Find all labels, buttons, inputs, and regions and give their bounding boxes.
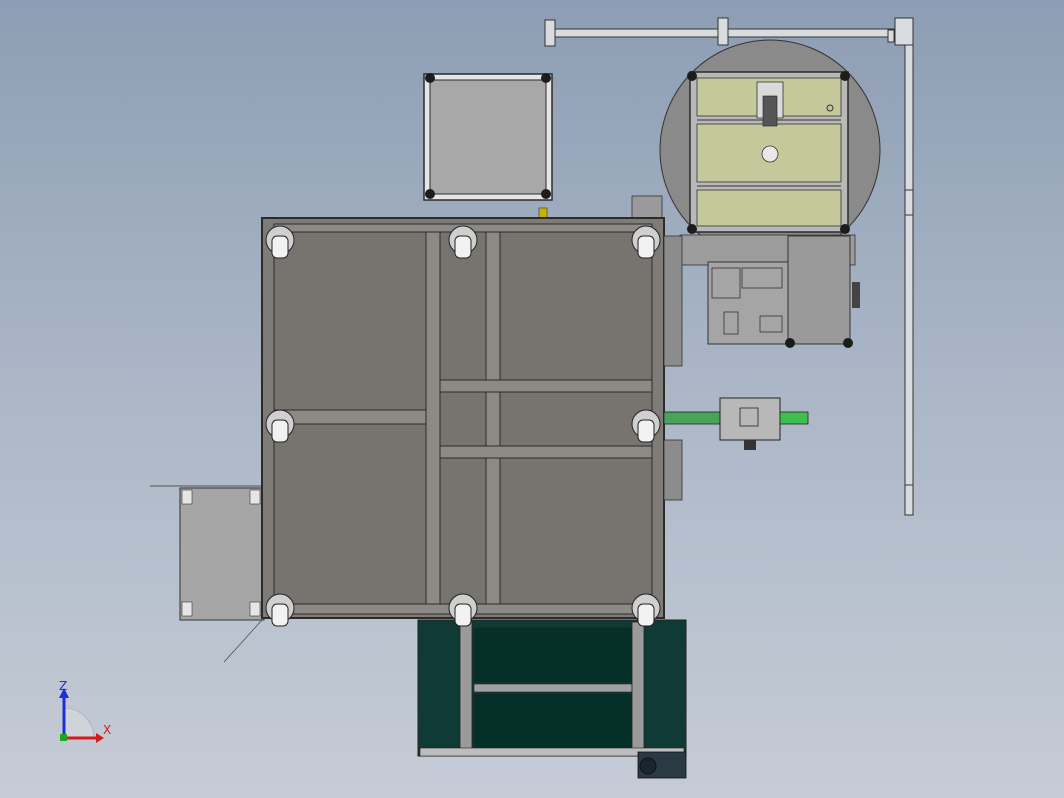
z-axis-label: Z (59, 679, 67, 693)
main-frame[interactable] (261, 217, 683, 619)
triad-quadrant-icon (63, 707, 95, 739)
conveyor-drive-motor[interactable] (637, 751, 687, 779)
belt-conveyor[interactable] (417, 619, 687, 757)
cad-viewport[interactable]: Z X (0, 0, 1064, 798)
caster-bottom-left (265, 593, 295, 627)
x-axis-label: X (103, 723, 111, 737)
y-axis-icon (60, 734, 67, 741)
top-cover-panel[interactable] (423, 73, 553, 219)
cylinder-actuator[interactable] (663, 397, 809, 450)
coordinate-triad: Z X (59, 679, 111, 743)
side-electrical-box[interactable] (150, 485, 265, 663)
rotary-table[interactable] (659, 39, 881, 261)
